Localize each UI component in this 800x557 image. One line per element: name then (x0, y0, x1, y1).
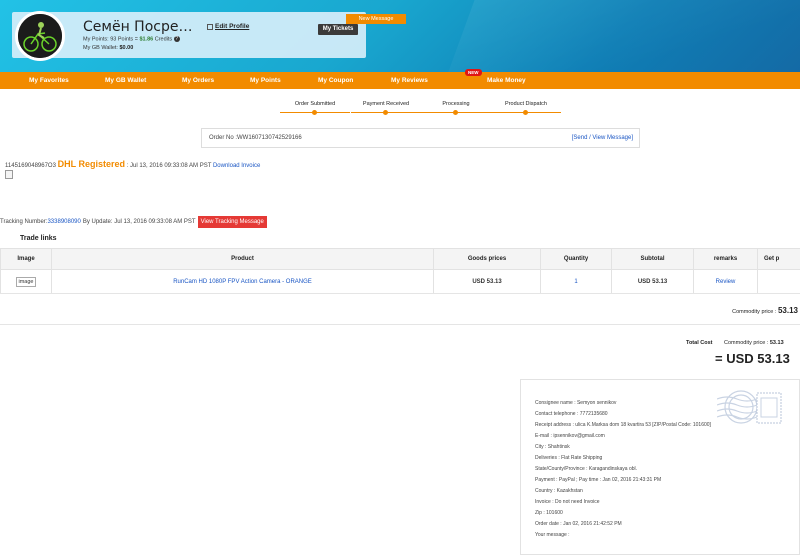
nav-my-points[interactable]: My Points (250, 72, 281, 89)
divider (0, 293, 800, 294)
nav-my-favorites[interactable]: My Favorites (29, 72, 69, 89)
invoice: Invoice : Do not need Invoice (535, 499, 600, 505)
step-processing: Processing (421, 101, 491, 115)
wallet-line: My GB Wallet: $0.00 (83, 45, 133, 51)
avatar[interactable] (15, 11, 65, 61)
step-dot (453, 110, 458, 115)
total-cost-label: Total Cost (686, 340, 713, 346)
col-get-points: Get p (757, 248, 800, 270)
points-equals: = (134, 36, 138, 43)
tracking-update: By Update: Jul 13, 2016 09:33:08 AM PST (82, 219, 196, 225)
deliveries: Deliveries : Flat Rate Shipping (535, 455, 603, 461)
zip: Zip : 101600 (535, 510, 563, 516)
col-goods-prices: Goods prices (433, 248, 541, 270)
state-province: State/County/Province : Karagandinskaya … (535, 466, 638, 472)
review-link[interactable]: Review (693, 269, 758, 294)
view-tracking-button[interactable]: View Tracking Message (197, 216, 267, 228)
account-nav: My Favorites My GB Wallet My Orders My P… (0, 69, 800, 89)
step-order-submitted: Order Submitted (280, 101, 350, 115)
your-message: Your message : (535, 532, 570, 538)
step-product-dispatch: Product Dispatch (491, 101, 561, 115)
tracking-number-link[interactable]: 3338908090 (47, 219, 80, 225)
commodity-value: 53.13 (777, 306, 798, 315)
shipping-date: : Jul 13, 2016 09:33:08 AM PST (126, 163, 212, 169)
shipping-line: 1145169048967O3 DHL Registered : Jul 13,… (5, 159, 260, 169)
tracking-label: Tracking Number: (0, 219, 48, 225)
cell-subtotal: USD 53.13 (611, 269, 694, 294)
order-number: Order No :WW1607130742529166 (209, 135, 302, 141)
product-image[interactable]: image (15, 276, 37, 287)
cell-quantity: 1 (540, 269, 612, 294)
download-invoice-link[interactable]: Download Invoice (213, 163, 260, 169)
banner-decoration (438, 0, 800, 72)
contact-telephone: Contact telephone : 7772135680 (535, 411, 608, 417)
divider (0, 324, 800, 325)
table-row: image RunCam HD 1080P FPV Action Camera … (0, 269, 800, 294)
carrier-name: DHL Registered (57, 159, 125, 169)
points-label: My Points: (83, 36, 109, 43)
edit-profile-label: Edit Profile (215, 23, 250, 30)
tracking-line: Tracking Number: 3338908090 By Update: J… (0, 216, 267, 228)
table-header-row: Image Product Goods prices Quantity Subt… (0, 248, 800, 270)
country: Country : Kazakhstan (535, 488, 583, 494)
step-dot (523, 110, 528, 115)
step-dot (312, 110, 317, 115)
order-date: Order date : Jan 02, 2016 21:42:52 PM (535, 521, 622, 527)
order-number-box: Order No :WW1607130742529166 [Send / Vie… (201, 128, 640, 148)
my-tickets-button[interactable]: My Tickets (318, 24, 358, 35)
col-subtotal: Subtotal (611, 248, 694, 270)
step-label: Payment Received (362, 101, 410, 107)
new-message-button[interactable]: New Message (346, 14, 406, 24)
email: E-mail : ipsennikov@gmail.com (535, 433, 605, 439)
wallet-label: My GB Wallet: (83, 45, 118, 51)
consignee-info: Consignee name : Semyon sennikov Contact… (520, 379, 800, 555)
order-progress: Order Submitted Payment Received Process… (0, 101, 800, 117)
trade-links-heading: Trade links (20, 235, 57, 242)
nav-my-orders[interactable]: My Orders (182, 72, 214, 89)
col-quantity: Quantity (540, 248, 612, 270)
points-value: 93 Points (110, 36, 134, 43)
col-product: Product (51, 248, 434, 270)
commodity-label: Commodity price : (724, 340, 769, 346)
commodity-price: Commodity price : 53.13 (732, 306, 798, 315)
shipping-ref: 1145169048967O3 (5, 163, 56, 169)
consignee-name: Consignee name : Semyon sennikov (535, 400, 617, 406)
help-icon[interactable]: ? (173, 36, 180, 42)
step-dot (383, 110, 388, 115)
broken-image-icon (5, 170, 13, 179)
cell-price: USD 53.13 (433, 269, 541, 294)
cell-get-points (757, 269, 800, 294)
step-label: Processing (442, 101, 470, 107)
postmark-stamp-icon (717, 390, 782, 424)
cell-product[interactable]: RunCam HD 1080P FPV Action Camera - ORAN… (51, 269, 434, 294)
commodity-value: 53.13 (769, 340, 784, 346)
new-badge: NEW (465, 69, 482, 76)
user-name: Семён Посредн… (83, 19, 198, 35)
grand-total: = USD 53.13 (715, 351, 790, 366)
cell-image: image (0, 269, 52, 294)
wallet-value: $0.00 (119, 45, 134, 51)
city: City : Shahtinsk (535, 444, 570, 450)
send-view-message-link[interactable]: [Send / View Message] (572, 135, 633, 141)
step-label: Order Submitted (294, 101, 336, 107)
total-cost-line: Total Cost Commodity price : 53.13 (686, 340, 784, 346)
nav-my-coupon[interactable]: My Coupon (318, 72, 353, 89)
col-remarks: remarks (693, 248, 758, 270)
nav-make-money[interactable]: Make Money (487, 72, 526, 89)
receipt-address: Receipt address : ulica K.Marksa dom 18 … (535, 422, 711, 428)
step-label: Product Dispatch (505, 101, 547, 107)
edit-icon (207, 23, 213, 30)
commodity-label: Commodity price : (732, 309, 777, 315)
points-money: $1.86 (139, 36, 154, 43)
credits-label: Credits (154, 36, 173, 43)
nav-my-reviews[interactable]: My Reviews (391, 72, 428, 89)
step-payment-received: Payment Received (351, 101, 421, 115)
edit-profile-link[interactable]: Edit Profile (207, 23, 249, 30)
header-banner: Семён Посредн… Edit Profile My Points: 9… (0, 0, 800, 72)
payment: Payment : PayPal ; Pay time : Jan 02, 20… (535, 477, 662, 483)
points-line: My Points: 93 Points = $1.86 Credits ? (83, 36, 180, 42)
nav-my-gb-wallet[interactable]: My GB Wallet (105, 72, 146, 89)
col-image: Image (0, 248, 52, 270)
order-items-table: Image Product Goods prices Quantity Subt… (0, 248, 800, 294)
